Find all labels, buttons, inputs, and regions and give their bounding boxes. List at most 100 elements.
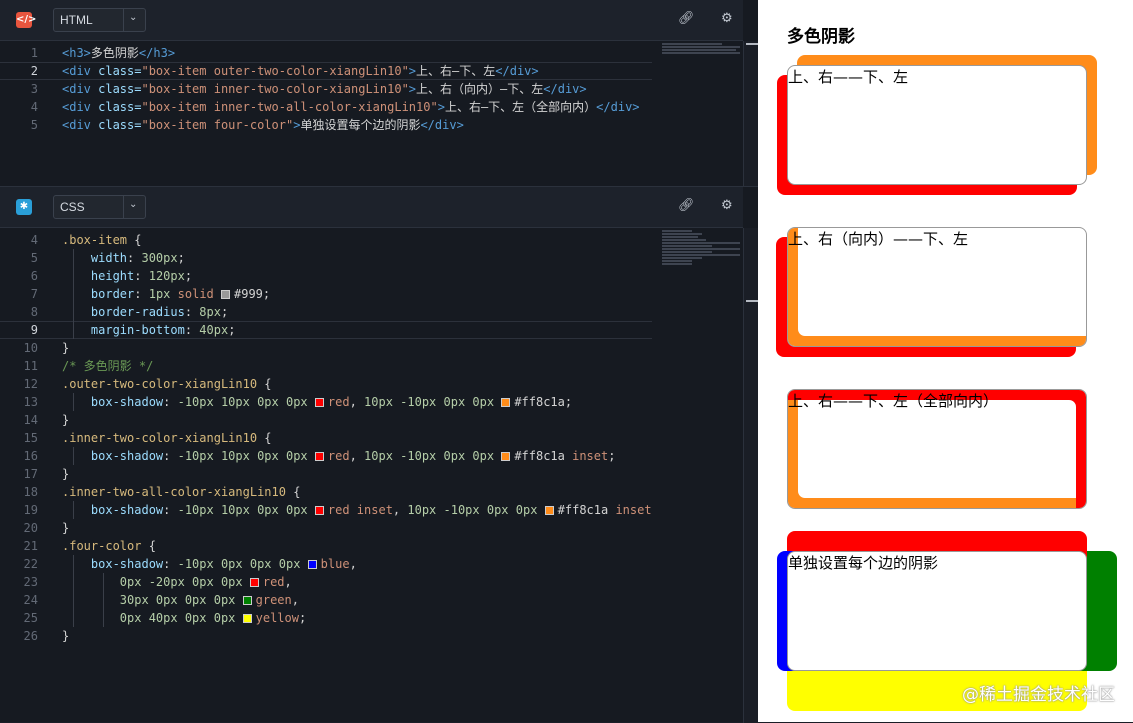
code-line[interactable]: 4 .box-item { [0,231,652,249]
code-text: <div class="box-item four-color">单独设置每个边… [62,118,464,132]
code-line[interactable]: 14} [0,411,652,429]
code-line[interactable]: 7 border: 1px solid #999; [0,285,652,303]
code-text: height: 120px; [90,269,193,283]
code-line[interactable]: 15 .inner-two-color-xiangLin10 { [0,429,652,447]
scrollbar-thumb[interactable] [746,43,758,45]
line-number: 19 [23,503,38,517]
code-text: } [62,521,70,535]
css-code-area[interactable]: 4 .box-item {5 width: 300px; 6 height: 120… [0,228,743,723]
watermark: @稀土掘金技术社区 [962,685,1115,705]
code-line[interactable]: 17} [0,465,652,483]
css-scrollbar[interactable] [743,228,759,723]
indent-guide [73,555,74,627]
color-swatch-icon[interactable] [314,452,324,461]
color-swatch-icon[interactable] [221,290,230,299]
html-code-area[interactable]: 1 <h3>多色阴影</h3> 2 <div class="box-item oute… [0,41,743,186]
gear-icon[interactable]: ⚙ [721,199,733,213]
code-line[interactable]: 21 .four-color { [0,537,652,555]
code-line[interactable]: 18 .inner-two-all-color-xiangLin10 { [0,483,652,501]
code-text: .box-item { [62,233,142,247]
html-minimap[interactable] [662,43,740,55]
box-label: 单独设置每个边的阴影 [788,554,939,572]
code-line[interactable]: 2 <div class="box-item outer-two-color-xi… [0,62,652,80]
code-line[interactable]: 25 0px 40px 0px 0px yellow; [0,609,652,627]
color-swatch-icon[interactable] [307,560,317,569]
line-number: 14 [23,413,38,427]
code-line[interactable]: 24 30px 0px 0px 0px green, [0,591,652,609]
code-text: box-shadow: -10px 10px 0px 0px red inset… [90,503,652,517]
code-line[interactable]: 22 box-shadow: -10px 0px 0px 0px blue, [0,555,652,573]
code-line[interactable]: 9 margin-bottom: 40px; [0,321,652,339]
code-line[interactable]: 26} [0,627,652,645]
line-number: 11 [23,359,38,373]
color-swatch-icon[interactable] [249,578,259,587]
code-line[interactable]: 23 0px -20px 0px 0px red, [0,573,652,591]
html-scrollbar[interactable] [743,41,759,186]
color-swatch-icon[interactable] [314,506,324,515]
code-line[interactable]: 13 box-shadow: -10px 10px 0px 0px red, 1… [0,393,652,411]
box-label: 上、右（向内）——下、左 [788,230,969,248]
code-line[interactable]: 10} [0,339,652,357]
code-text: } [62,467,70,481]
line-number: 1 [30,46,38,60]
html-toolbar: </> HTML ⌄ 🔗︎ ⚙ [0,0,743,41]
line-number: 20 [23,521,38,535]
css-language-select[interactable]: CSS ⌄ [53,195,146,219]
link-icon[interactable]: 🔗︎ [678,199,695,213]
line-number: 4 [30,100,38,114]
line-number: 21 [23,539,38,553]
line-number: 3 [30,82,38,96]
indent-guide [103,573,104,627]
line-number: 24 [23,593,38,607]
code-text: .outer-two-color-xiangLin10 { [62,377,272,391]
color-swatch-icon[interactable] [501,452,511,461]
code-line[interactable]: 5 <div class="box-item four-color">单独设置每个… [0,116,652,134]
indent-guide [73,393,74,411]
inner-two-color-shadow-wrap: 上、右（向内）——下、左 [776,227,1087,357]
color-swatch-icon[interactable] [501,398,511,407]
line-number: 7 [30,287,38,301]
box-label: 上、右——下、左 [788,68,909,86]
preview-panel: 多色阴影 上、右——下、左 上、右（向内）——下、左 上、右——下、左（全部向内… [758,0,1133,722]
link-icon[interactable]: 🔗︎ [678,12,695,26]
scrollbar-thumb[interactable] [746,300,758,302]
preview-title: 多色阴影 [787,27,855,47]
line-number: 18 [23,485,38,499]
line-number: 16 [23,449,38,463]
outer-two-color-box: 上、右——下、左 [787,65,1087,185]
box-label: 上、右——下、左（全部向内） [788,392,999,410]
gear-icon[interactable]: ⚙ [721,12,733,26]
code-line[interactable]: 12 .outer-two-color-xiangLin10 { [0,375,652,393]
code-line[interactable]: 5 width: 300px; [0,249,652,267]
code-line[interactable]: 4 <div class="box-item inner-two-all-colo… [0,98,652,116]
color-swatch-icon[interactable] [314,398,324,407]
code-text: /* 多色阴影 */ [62,359,154,373]
code-text: 0px 40px 0px 0px yellow; [119,611,307,625]
css-language-label: CSS [60,200,85,214]
code-line[interactable]: 11 /* 多色阴影 */ [0,357,652,375]
code-text: .inner-two-all-color-xiangLin10 { [62,485,301,499]
code-text: <div class="box-item outer-two-color-xia… [62,64,539,78]
code-line[interactable]: 6 height: 120px; [0,267,652,285]
code-line[interactable]: 8 border-radius: 8px; [0,303,652,321]
code-line[interactable]: 20} [0,519,652,537]
indent-guide [73,501,74,519]
code-line[interactable]: 19 box-shadow: -10px 10px 0px 0px red in… [0,501,652,519]
code-text: <h3>多色阴影</h3> [62,46,176,60]
code-text: } [62,629,70,643]
inner-two-all-color-box: 上、右——下、左（全部向内） [787,389,1087,509]
chevron-down-icon: ⌄ [129,199,138,210]
code-line[interactable]: 3 <div class="box-item inner-two-color-xi… [0,80,652,98]
html-language-select[interactable]: HTML ⌄ [53,8,146,32]
code-text: <div class="box-item inner-two-color-xia… [62,82,587,96]
color-swatch-icon[interactable] [544,506,554,515]
code-line[interactable]: 1 <h3>多色阴影</h3> [0,44,652,62]
css-minimap[interactable] [662,230,740,266]
html-logo-icon: </> [16,12,36,28]
code-text: } [62,341,70,355]
code-text: border-radius: 8px; [90,305,229,319]
code-text: border: 1px solid #999; [90,287,271,301]
color-swatch-icon[interactable] [242,614,252,623]
code-line[interactable]: 16 box-shadow: -10px 10px 0px 0px red, 1… [0,447,652,465]
color-swatch-icon[interactable] [242,596,252,605]
